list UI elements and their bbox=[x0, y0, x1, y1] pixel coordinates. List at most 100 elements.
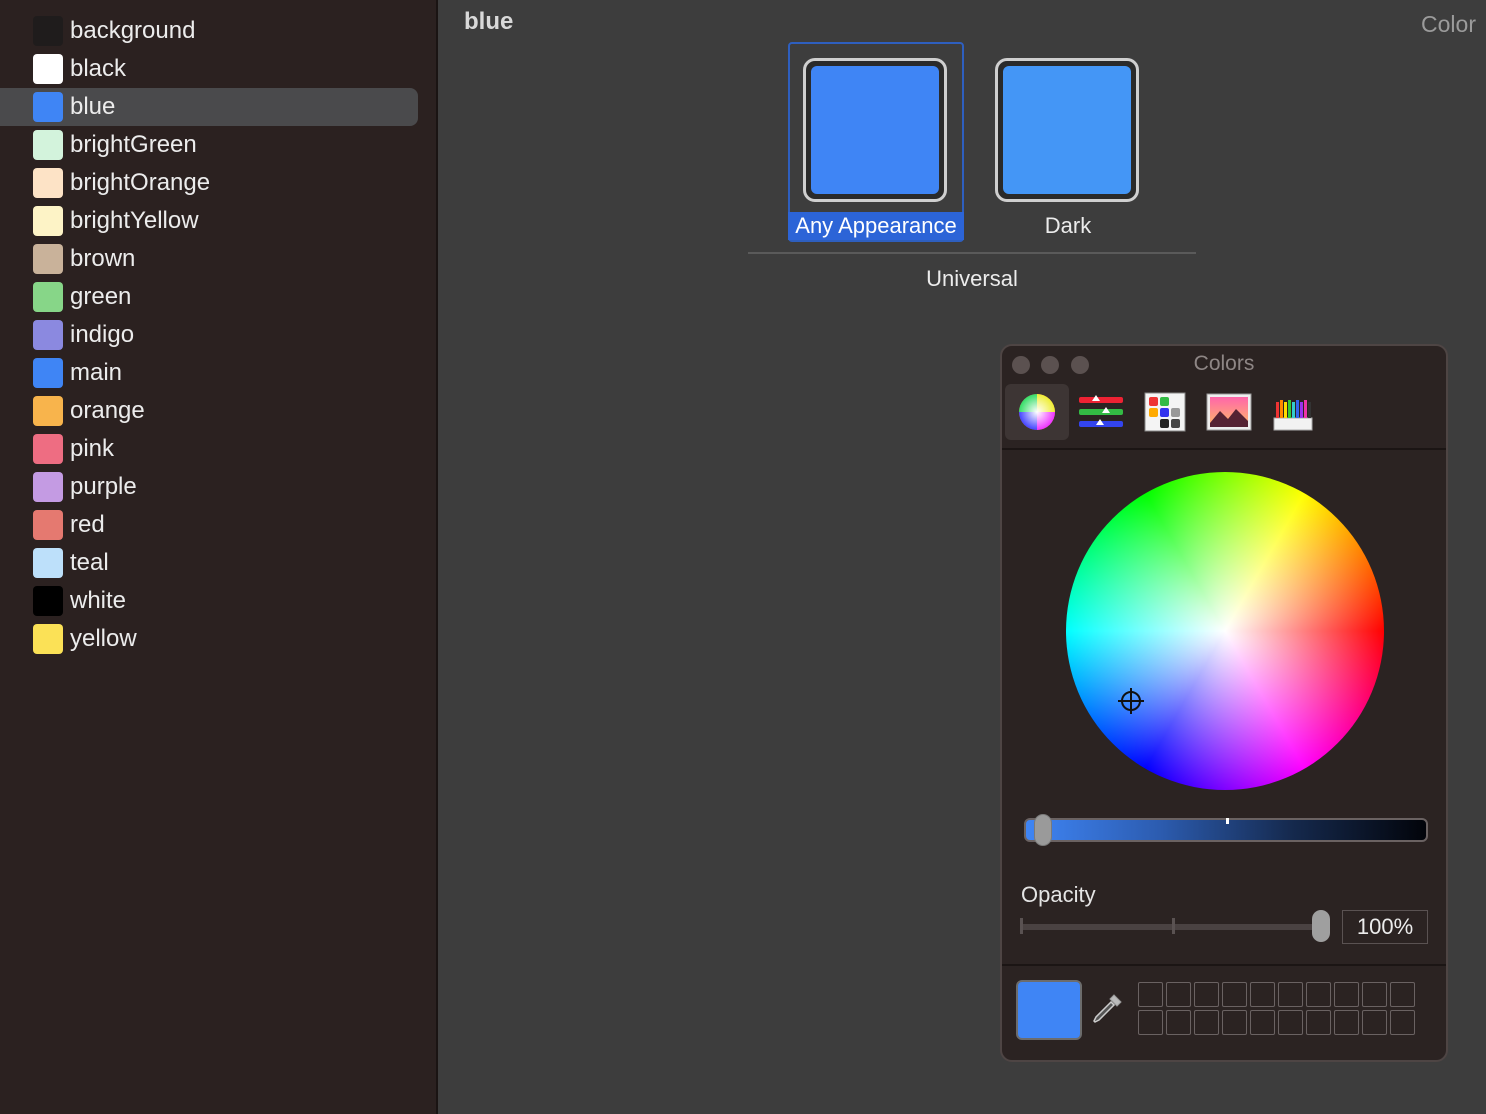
color-sliders-tab[interactable] bbox=[1069, 384, 1133, 440]
color-swatch bbox=[33, 396, 63, 426]
color-asset-label: brown bbox=[70, 245, 136, 272]
color-asset-label: purple bbox=[70, 473, 137, 500]
color-asset-yellow[interactable]: yellow bbox=[0, 620, 418, 658]
brightness-knob[interactable] bbox=[1034, 814, 1052, 846]
color-asset-main[interactable]: main bbox=[0, 354, 418, 392]
color-swatch bbox=[33, 510, 63, 540]
opacity-field[interactable]: 100% bbox=[1342, 910, 1428, 944]
color-swatch bbox=[33, 130, 63, 160]
color-asset-purple[interactable]: purple bbox=[0, 468, 418, 506]
custom-swatch-slot[interactable] bbox=[1138, 1010, 1163, 1035]
color-asset-black[interactable]: black bbox=[0, 50, 418, 88]
color-asset-label: brightGreen bbox=[70, 131, 197, 158]
pencils-tab[interactable] bbox=[1261, 384, 1325, 440]
color-asset-white[interactable]: white bbox=[0, 582, 418, 620]
color-asset-label: red bbox=[70, 511, 105, 538]
custom-swatch-grid bbox=[1138, 982, 1415, 1035]
color-wheel-icon bbox=[1019, 394, 1055, 430]
color-asset-red[interactable]: red bbox=[0, 506, 418, 544]
color-swatch bbox=[33, 168, 63, 198]
color-wheel-tab[interactable] bbox=[1005, 384, 1069, 440]
custom-swatch-slot[interactable] bbox=[1166, 982, 1191, 1007]
color-swatch bbox=[33, 16, 63, 46]
color-asset-label: green bbox=[70, 283, 132, 310]
color-asset-brightYellow[interactable]: brightYellow bbox=[0, 202, 418, 240]
color-swatch bbox=[33, 472, 63, 502]
panel-divider bbox=[1002, 964, 1446, 966]
color-asset-indigo[interactable]: indigo bbox=[0, 316, 418, 354]
color-swatch bbox=[33, 92, 63, 122]
color-asset-background[interactable]: background bbox=[0, 12, 418, 50]
color-asset-label: white bbox=[70, 587, 127, 614]
custom-swatch-slot[interactable] bbox=[1250, 1010, 1275, 1035]
color-asset-pink[interactable]: pink bbox=[0, 430, 418, 468]
palettes-icon bbox=[1144, 392, 1186, 432]
group-divider bbox=[748, 252, 1196, 254]
color-asset-label: teal bbox=[70, 549, 109, 576]
color-wheel[interactable] bbox=[1066, 472, 1384, 790]
color-mode-toolbar bbox=[1002, 382, 1446, 450]
color-swatch bbox=[33, 54, 63, 84]
custom-swatch-slot[interactable] bbox=[1222, 982, 1247, 1007]
panel-title: Colors bbox=[1193, 352, 1255, 375]
color-asset-label: background bbox=[70, 17, 196, 44]
color-asset-brightGreen[interactable]: brightGreen bbox=[0, 126, 418, 164]
custom-swatch-slot[interactable] bbox=[1194, 982, 1219, 1007]
dark-appearance-well[interactable]: Dark bbox=[980, 42, 1156, 242]
asset-list-sidebar: background black blue brightGreen brightOran… bbox=[0, 0, 438, 1114]
color-asset-blue[interactable]: blue bbox=[0, 88, 418, 126]
any-appearance-well[interactable]: Any Appearance bbox=[788, 42, 964, 242]
sliders-icon bbox=[1079, 395, 1123, 427]
custom-swatch-slot[interactable] bbox=[1278, 982, 1303, 1007]
custom-swatch-slot[interactable] bbox=[1194, 1010, 1219, 1035]
custom-swatch-slot[interactable] bbox=[1362, 1010, 1387, 1035]
crosshair-icon[interactable] bbox=[1118, 688, 1144, 714]
color-asset-label: pink bbox=[70, 435, 115, 462]
image-palettes-tab[interactable] bbox=[1197, 384, 1261, 440]
page-title: blue bbox=[464, 8, 514, 35]
custom-swatch-slot[interactable] bbox=[1222, 1010, 1247, 1035]
custom-swatch-slot[interactable] bbox=[1166, 1010, 1191, 1035]
custom-swatch-slot[interactable] bbox=[1334, 1010, 1359, 1035]
any-appearance-label: Any Appearance bbox=[788, 212, 964, 240]
opacity-label: Opacity bbox=[1021, 882, 1096, 907]
dark-appearance-swatch bbox=[1003, 66, 1131, 194]
custom-swatch-slot[interactable] bbox=[1306, 1010, 1331, 1035]
image-icon bbox=[1206, 393, 1252, 431]
custom-swatch-slot[interactable] bbox=[1138, 982, 1163, 1007]
any-appearance-swatch bbox=[811, 66, 939, 194]
hue-saturation-wheel[interactable] bbox=[1066, 472, 1384, 790]
color-swatch bbox=[33, 282, 63, 312]
eyedropper-icon[interactable] bbox=[1090, 992, 1124, 1026]
color-asset-label: blue bbox=[70, 93, 116, 120]
universal-label: Universal bbox=[926, 266, 1018, 291]
color-asset-label: indigo bbox=[70, 321, 135, 348]
opacity-tick bbox=[1172, 918, 1175, 934]
panel-titlebar[interactable]: Colors bbox=[1002, 346, 1446, 382]
color-asset-label: brightOrange bbox=[70, 169, 211, 196]
color-asset-green[interactable]: green bbox=[0, 278, 418, 316]
color-swatch bbox=[33, 244, 63, 274]
custom-swatch-slot[interactable] bbox=[1334, 982, 1359, 1007]
custom-swatch-slot[interactable] bbox=[1390, 982, 1415, 1007]
color-asset-teal[interactable]: teal bbox=[0, 544, 418, 582]
custom-swatch-slot[interactable] bbox=[1250, 982, 1275, 1007]
color-asset-label: brightYellow bbox=[70, 207, 199, 234]
color-swatch bbox=[33, 206, 63, 236]
color-swatch bbox=[33, 320, 63, 350]
color-well-frame bbox=[995, 58, 1139, 202]
color-palettes-tab[interactable] bbox=[1133, 384, 1197, 440]
color-well-frame bbox=[803, 58, 947, 202]
opacity-tick bbox=[1020, 918, 1023, 934]
custom-swatch-slot[interactable] bbox=[1390, 1010, 1415, 1035]
colors-panel: Colors Opacity 100% bbox=[1000, 344, 1448, 1062]
opacity-knob[interactable] bbox=[1312, 910, 1330, 942]
custom-swatch-slot[interactable] bbox=[1278, 1010, 1303, 1035]
custom-swatch-slot[interactable] bbox=[1362, 982, 1387, 1007]
color-asset-orange[interactable]: orange bbox=[0, 392, 418, 430]
brightness-slider[interactable] bbox=[1024, 814, 1428, 846]
color-asset-brightOrange[interactable]: brightOrange bbox=[0, 164, 418, 202]
color-asset-brown[interactable]: brown bbox=[0, 240, 418, 278]
current-color-well[interactable] bbox=[1016, 980, 1082, 1040]
custom-swatch-slot[interactable] bbox=[1306, 982, 1331, 1007]
